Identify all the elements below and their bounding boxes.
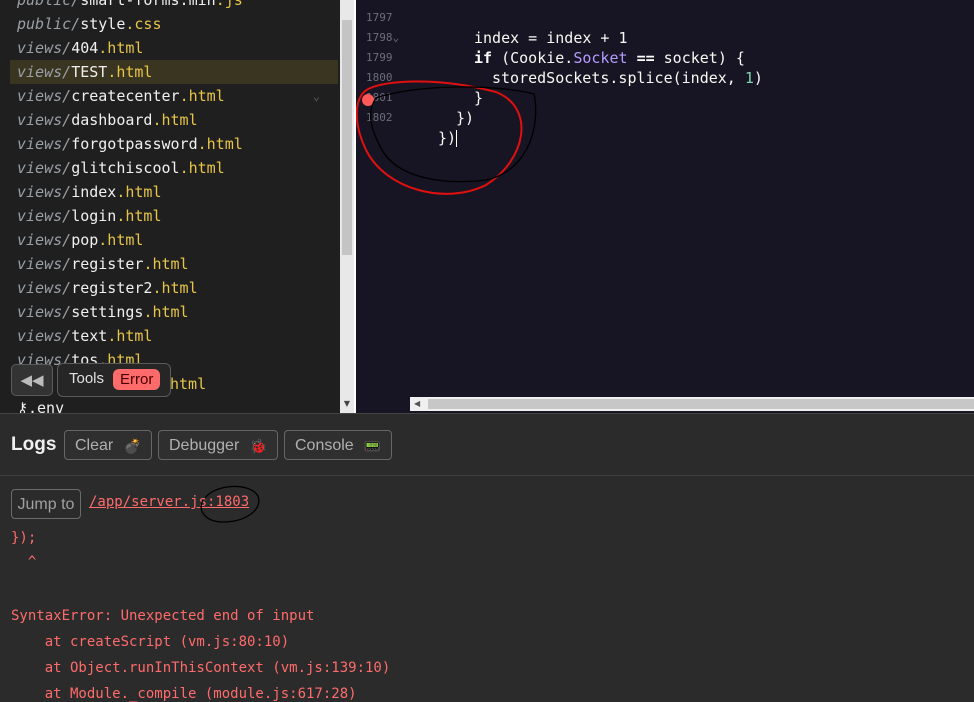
file-dir: public/ — [17, 0, 81, 9]
scrollbar-thumb[interactable] — [342, 20, 352, 255]
file-item[interactable]: ⚷.env — [10, 396, 338, 413]
pager-icon: 📟 — [363, 438, 381, 454]
debugger-label: Debugger — [169, 437, 240, 454]
file-dir: views/ — [17, 135, 72, 153]
file-ext: .html — [179, 159, 225, 177]
file-dir: views/ — [17, 327, 72, 345]
file-name: createcenter — [71, 87, 180, 105]
file-item[interactable]: views/pop.html — [10, 228, 338, 252]
file-name: style — [80, 15, 126, 33]
file-dir: views/ — [17, 279, 72, 297]
file-item[interactable]: views/glitchiscool.html — [10, 156, 338, 180]
log-line: at createScript (vm.js:80:10) — [11, 634, 290, 650]
rewind-icon: ◀◀ — [20, 371, 44, 389]
file-name: login — [71, 207, 117, 225]
file-name: text — [71, 327, 108, 345]
file-name: .env — [28, 399, 65, 413]
scroll-left-arrow-icon[interactable]: ◀ — [414, 397, 420, 411]
logs-title: Logs — [11, 434, 57, 455]
file-ext: .html — [197, 135, 243, 153]
file-dir: views/ — [17, 111, 72, 129]
file-item[interactable]: views/404.html — [10, 36, 338, 60]
file-ext: .html — [152, 111, 198, 129]
rewind-button[interactable]: ◀◀ — [11, 364, 53, 396]
file-name: index — [71, 183, 117, 201]
file-item[interactable]: public/smart-forms.min.js — [10, 0, 338, 12]
console-label: Console — [295, 437, 354, 454]
file-ext: .html — [143, 255, 189, 273]
file-ext: .html — [107, 327, 153, 345]
bug-icon: 🐞 — [249, 438, 267, 454]
chevron-down-icon[interactable]: ⌄ — [313, 84, 320, 108]
file-item[interactable]: views/dashboard.html — [10, 108, 338, 132]
file-dir: views/ — [17, 303, 72, 321]
file-name: dashboard — [71, 111, 153, 129]
file-item[interactable]: html — [170, 372, 330, 396]
file-item[interactable]: views/createcenter.html ⌄ — [10, 84, 338, 108]
annotation-overlay — [356, 80, 537, 195]
file-dir: views/ — [17, 207, 72, 225]
file-name: glitchiscool — [71, 159, 180, 177]
file-tree: public/smart-forms.min.js public/style.c… — [0, 0, 340, 413]
file-item-active[interactable]: views/TEST.html — [10, 60, 338, 84]
file-ext: html — [170, 375, 207, 393]
clear-button[interactable]: Clear 💣 — [64, 430, 152, 460]
file-dir: views/ — [17, 183, 72, 201]
file-name: register2 — [71, 279, 153, 297]
file-ext: .html — [107, 63, 153, 81]
log-line: SyntaxError: Unexpected end of input — [11, 608, 315, 624]
file-ext: .html — [116, 183, 162, 201]
sidebar-scrollbar[interactable]: ▼ — [340, 0, 354, 413]
file-ext: .js — [215, 0, 243, 9]
file-dir: public/ — [17, 15, 81, 33]
file-item[interactable]: views/register.html — [10, 252, 338, 276]
file-dir: views/ — [17, 39, 72, 57]
file-item[interactable]: views/text.html — [10, 324, 338, 348]
console-button[interactable]: Console 📟 — [284, 430, 392, 460]
debugger-button[interactable]: Debugger 🐞 — [158, 430, 278, 460]
editor-horizontal-scrollbar[interactable]: ◀ — [410, 397, 974, 411]
scroll-down-arrow-icon[interactable]: ▼ — [342, 398, 352, 410]
scrollbar-thumb[interactable] — [428, 399, 974, 409]
file-item[interactable]: views/login.html — [10, 204, 338, 228]
log-line: }); — [11, 530, 37, 546]
file-name: pop — [71, 231, 99, 249]
file-item[interactable]: views/forgotpassword.html — [10, 132, 338, 156]
key-icon: ⚷ — [17, 399, 28, 413]
file-name: 404 — [71, 39, 99, 57]
file-ext: .html — [116, 207, 162, 225]
file-ext: .html — [143, 303, 189, 321]
file-item[interactable]: public/style.css — [10, 12, 338, 36]
log-line: ^ — [11, 554, 37, 570]
clear-label: Clear — [75, 437, 114, 454]
file-name: TEST — [71, 63, 108, 81]
file-item[interactable]: views/settings.html — [10, 300, 338, 324]
file-dir: views/ — [17, 255, 72, 273]
file-ext: .css — [125, 15, 162, 33]
code-editor[interactable]: 1797 index = index + 1 1798⌄ if (Cookie.… — [356, 0, 974, 413]
file-ext: .html — [152, 279, 198, 297]
file-dir: views/ — [17, 159, 72, 177]
file-item[interactable]: views/register2.html — [10, 276, 338, 300]
divider — [0, 475, 974, 476]
file-name: register — [71, 255, 144, 273]
file-item[interactable]: views/index.html — [10, 180, 338, 204]
tools-button[interactable]: Tools Error — [57, 363, 171, 397]
black-circle-annotation — [200, 485, 260, 523]
file-dir: views/ — [17, 87, 72, 105]
tools-label: Tools — [69, 370, 105, 387]
file-dir: views/ — [17, 63, 72, 81]
file-ext: .html — [98, 231, 144, 249]
file-name: smart-forms.min — [80, 0, 216, 9]
file-ext: .html — [179, 87, 225, 105]
log-line: at Object.runInThisContext (vm.js:139:10… — [11, 660, 391, 676]
bomb-icon: 💣 — [123, 438, 141, 454]
file-ext: .html — [98, 39, 144, 57]
file-dir: views/ — [17, 231, 72, 249]
logs-panel: Logs Clear 💣 Debugger 🐞 Console 📟 Jump to /… — [0, 413, 974, 702]
file-name: settings — [71, 303, 144, 321]
error-badge: Error — [113, 369, 161, 390]
jump-to-button[interactable]: Jump to — [11, 489, 81, 519]
file-name: forgotpassword — [71, 135, 198, 153]
